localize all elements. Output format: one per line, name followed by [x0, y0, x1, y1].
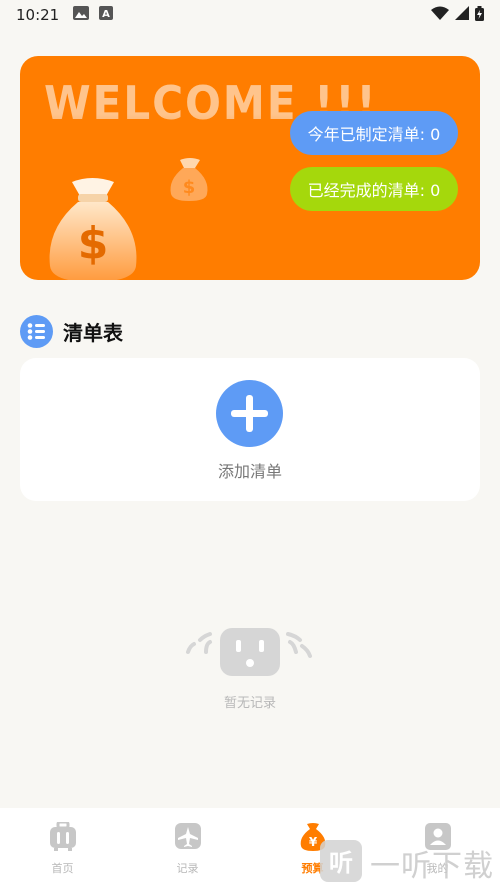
nav-home[interactable]: 首页 — [0, 808, 125, 888]
nav-home-label: 首页 — [51, 862, 74, 875]
app-screen: 10:21 A WELCOME !!! $ $ 今年已制定清单: 0 已经完成的… — [0, 0, 500, 888]
empty-state-text: 暂无记录 — [223, 696, 276, 711]
svg-text:¥: ¥ — [308, 835, 317, 849]
watermark-text: 一听下载 — [370, 849, 494, 884]
small-money-bag-icon: $ — [168, 156, 210, 206]
a-badge-icon: A — [99, 6, 114, 24]
status-right-icons — [431, 5, 484, 25]
nav-records[interactable]: 记录 — [125, 808, 250, 888]
svg-text:$: $ — [78, 218, 109, 269]
svg-text:听: 听 — [329, 849, 353, 877]
checklist-section-header: 清单表 — [20, 314, 123, 348]
svg-text:$: $ — [183, 177, 196, 198]
completed-lists-badge: 已经完成的清单: 0 — [290, 167, 458, 211]
signal-icon — [455, 6, 469, 24]
luggage-icon — [49, 820, 77, 856]
planned-lists-badge: 今年已制定清单: 0 — [290, 111, 458, 155]
add-list-button[interactable] — [216, 380, 283, 447]
svg-text:A: A — [102, 9, 110, 20]
battery-icon — [475, 5, 484, 25]
status-bar: 10:21 A — [0, 0, 500, 30]
image-icon — [73, 6, 90, 24]
section-title: 清单表 — [63, 320, 123, 345]
watermark-logo-icon: 听 — [320, 840, 362, 886]
nav-records-label: 记录 — [176, 862, 199, 875]
plane-icon — [174, 822, 202, 856]
money-bag-icon: $ — [42, 174, 142, 280]
empty-socket-icon — [184, 622, 316, 682]
add-list-label: 添加清单 — [217, 462, 282, 481]
wifi-icon — [431, 6, 449, 24]
status-time: 10:21 — [16, 6, 60, 24]
list-icon — [20, 314, 53, 348]
add-list-card[interactable]: 添加清单 — [20, 358, 480, 501]
welcome-banner: WELCOME !!! $ $ 今年已制定清单: 0 已经完成的清单: 0 — [20, 56, 480, 280]
watermark: 听 一听下载 — [320, 840, 494, 886]
